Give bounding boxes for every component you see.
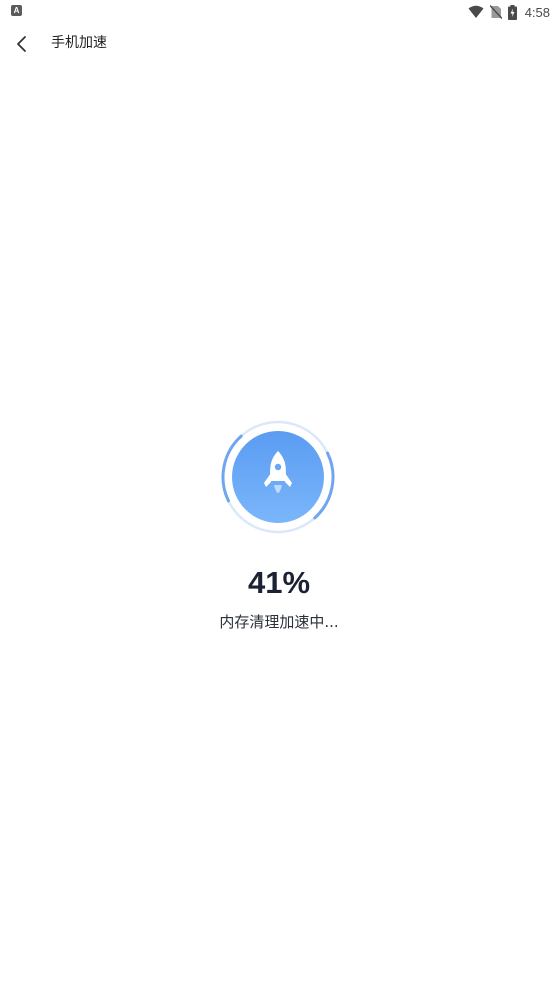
page-title: 手机加速 [51,35,107,51]
progress-message: 内存清理加速中... [219,613,339,631]
chevron-left-icon [17,36,26,52]
wifi-icon [468,5,484,18]
status-bar: A 4:58 [0,0,558,24]
status-time: 4:58 [524,4,550,20]
back-button[interactable] [8,30,36,58]
no-sim-icon [489,5,502,19]
progress-percent: 41% [247,565,311,600]
battery-charging-icon [507,4,517,20]
notification-app-icon: A [11,5,22,16]
progress-ring [221,420,335,534]
speedup-progress-indicator [219,419,339,539]
status-icons: 4:58 [468,2,550,22]
toolbar: 手机加速 [0,24,558,64]
